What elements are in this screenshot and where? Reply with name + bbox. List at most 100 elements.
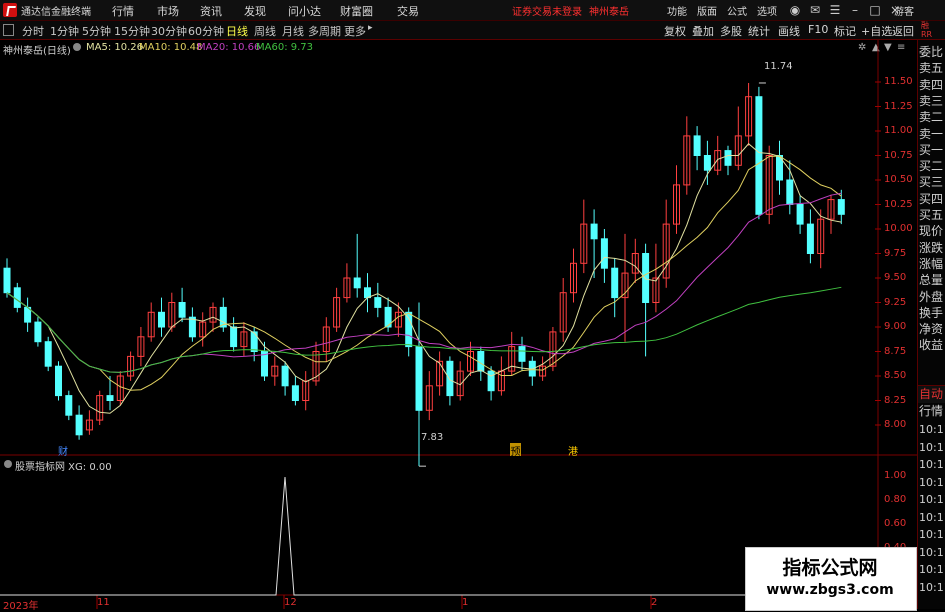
tab-monthly[interactable]: 月线 xyxy=(282,23,304,39)
tool-tongji[interactable]: 统计 xyxy=(748,23,770,39)
sidebar-field-label[interactable]: 卖三 xyxy=(919,93,943,109)
menu-hangqing[interactable]: 行情 xyxy=(112,3,134,19)
candle-body xyxy=(786,179,794,205)
user-icon[interactable]: ◉ xyxy=(786,2,804,18)
sidebar-field-label[interactable]: 委比 xyxy=(919,44,943,60)
menu-faxian[interactable]: 发现 xyxy=(244,3,266,19)
tab-60min[interactable]: 60分钟 xyxy=(188,23,224,39)
sidebar-field-label[interactable]: 卖二 xyxy=(919,109,943,125)
panel-toggle-icon[interactable] xyxy=(3,24,14,36)
y-tick-label: 11.00 xyxy=(884,125,913,136)
tool-biaoji[interactable]: 标记 xyxy=(834,23,856,39)
sidebar-field-label[interactable]: 净资 xyxy=(919,321,943,337)
message-icon[interactable]: ✉ xyxy=(806,2,824,18)
candle-body xyxy=(796,204,804,225)
menu-banmian[interactable]: 版面 xyxy=(697,3,717,18)
tab-more[interactable]: 更多 xyxy=(344,23,366,39)
y-tick-label: 10.25 xyxy=(884,198,913,210)
sidebar-field-label[interactable]: 涨幅 xyxy=(919,256,943,272)
sidebar-trade[interactable]: 行情 xyxy=(919,403,943,419)
sidebar-field-label[interactable]: 总量 xyxy=(919,272,943,288)
sidebar-field-label[interactable]: 买一 xyxy=(919,142,943,158)
candle-body xyxy=(34,321,42,343)
tool-duogu[interactable]: 多股 xyxy=(720,23,742,39)
tick-time: 10:11 xyxy=(919,580,945,594)
tick-time: 10:11 xyxy=(919,545,945,559)
sidebar-field-label[interactable]: 买四 xyxy=(919,191,943,207)
tab-weekly[interactable]: 周线 xyxy=(254,23,276,39)
x-label-2: 2 xyxy=(651,597,658,608)
sub-chart-title: 股票指标网 XG: 0.00 xyxy=(15,462,112,473)
menu-jiaoyi[interactable]: 交易 xyxy=(397,3,419,19)
x-label-11: 11 xyxy=(97,597,110,608)
tab-fenshi[interactable]: 分时 xyxy=(22,23,44,39)
candle-body xyxy=(65,395,73,416)
candle-body xyxy=(178,302,186,318)
tool-huaxian[interactable]: 画线 xyxy=(778,23,800,39)
sidebar-field-label[interactable]: 卖四 xyxy=(919,77,943,93)
candle-body xyxy=(291,385,299,401)
sidebar-field-label[interactable]: 现价 xyxy=(919,223,943,239)
y-tick-label: 11.50 xyxy=(884,76,913,87)
y-tick-label: 10.00 xyxy=(884,223,913,234)
tab-multi-period[interactable]: 多周期 xyxy=(308,23,341,39)
menu-shichang[interactable]: 市场 xyxy=(157,3,179,19)
guest-label[interactable]: 游客 xyxy=(894,3,914,18)
tick-time: 10:11 xyxy=(919,458,945,471)
y-tick-label: 9.25 xyxy=(884,296,907,308)
sub-settings-icon[interactable] xyxy=(4,460,12,468)
chevron-right-icon[interactable]: ▸ xyxy=(368,23,373,33)
sidebar-field-label[interactable]: 买三 xyxy=(919,174,943,190)
ma10-line xyxy=(6,155,842,391)
sidebar-field-label[interactable]: 卖五 xyxy=(919,60,943,76)
marker-cai[interactable]: 财 xyxy=(58,443,68,458)
tick-time: 10:11 xyxy=(919,440,945,454)
tab-15min[interactable]: 15分钟 xyxy=(114,23,150,39)
tool-fuquan[interactable]: 复权 xyxy=(664,23,686,39)
sub-y-tick-label: 0.60 xyxy=(884,518,907,529)
candle-body xyxy=(724,150,732,166)
watermark-url: www.zbgs3.com xyxy=(766,582,894,598)
sidebar-field-label[interactable]: 收益 xyxy=(919,337,943,353)
tool-back[interactable]: 返回 xyxy=(892,23,914,39)
sidebar-field-label[interactable]: 换手 xyxy=(919,305,943,321)
candle-body xyxy=(642,253,650,303)
sidebar-field-label[interactable]: 买五 xyxy=(919,207,943,223)
candle-body xyxy=(703,155,711,171)
tab-30min[interactable]: 30分钟 xyxy=(151,23,187,39)
minimize-icon[interactable]: – xyxy=(846,2,864,18)
sidebar-field-label[interactable]: 买二 xyxy=(919,158,943,174)
menu-caifuquan[interactable]: 财富圈 xyxy=(340,3,373,19)
sidebar-field-label[interactable]: 卖一 xyxy=(919,126,943,142)
tab-1min[interactable]: 1分钟 xyxy=(50,23,79,39)
ma20-line xyxy=(6,192,842,373)
tab-daily[interactable]: 日线 xyxy=(226,23,248,39)
candle-body xyxy=(188,316,196,338)
ma60-line xyxy=(6,286,842,373)
candle-body xyxy=(75,414,83,436)
x-label-1: 1 xyxy=(462,597,469,608)
skin-icon[interactable]: ☰ xyxy=(826,2,844,18)
sidebar-auto[interactable]: 自动 xyxy=(919,386,943,402)
tick-time: 10:11 xyxy=(919,423,945,436)
marker-gang[interactable]: 港 xyxy=(568,443,578,458)
menu-zixun[interactable]: 资讯 xyxy=(200,3,222,19)
marker-yu[interactable]: 预 xyxy=(510,443,521,458)
menu-wenxiaoda[interactable]: 问小达 xyxy=(288,3,321,19)
tool-diejia[interactable]: 叠加 xyxy=(692,23,714,39)
trade-login-notice[interactable]: 证券交易未登录 xyxy=(512,3,582,18)
menu-gongshi[interactable]: 公式 xyxy=(727,3,747,18)
candle-body xyxy=(415,346,423,411)
tick-time: 10:11 xyxy=(919,493,945,506)
menu-xuanxiang[interactable]: 选项 xyxy=(757,3,777,18)
kline-chart[interactable] xyxy=(0,40,917,609)
sidebar-field-label[interactable]: 外盘 xyxy=(919,289,943,305)
menu-gongneng[interactable]: 功能 xyxy=(667,3,687,18)
candle-body xyxy=(837,199,845,215)
tool-add-watchlist[interactable]: +自选 xyxy=(861,23,892,39)
sub-y-tick-label: 0.80 xyxy=(884,494,907,505)
tool-f10[interactable]: F10 xyxy=(808,23,828,36)
maximize-icon[interactable]: □ xyxy=(866,2,884,18)
tab-5min[interactable]: 5分钟 xyxy=(82,23,111,39)
sidebar-field-label[interactable]: 涨跌 xyxy=(919,240,943,256)
